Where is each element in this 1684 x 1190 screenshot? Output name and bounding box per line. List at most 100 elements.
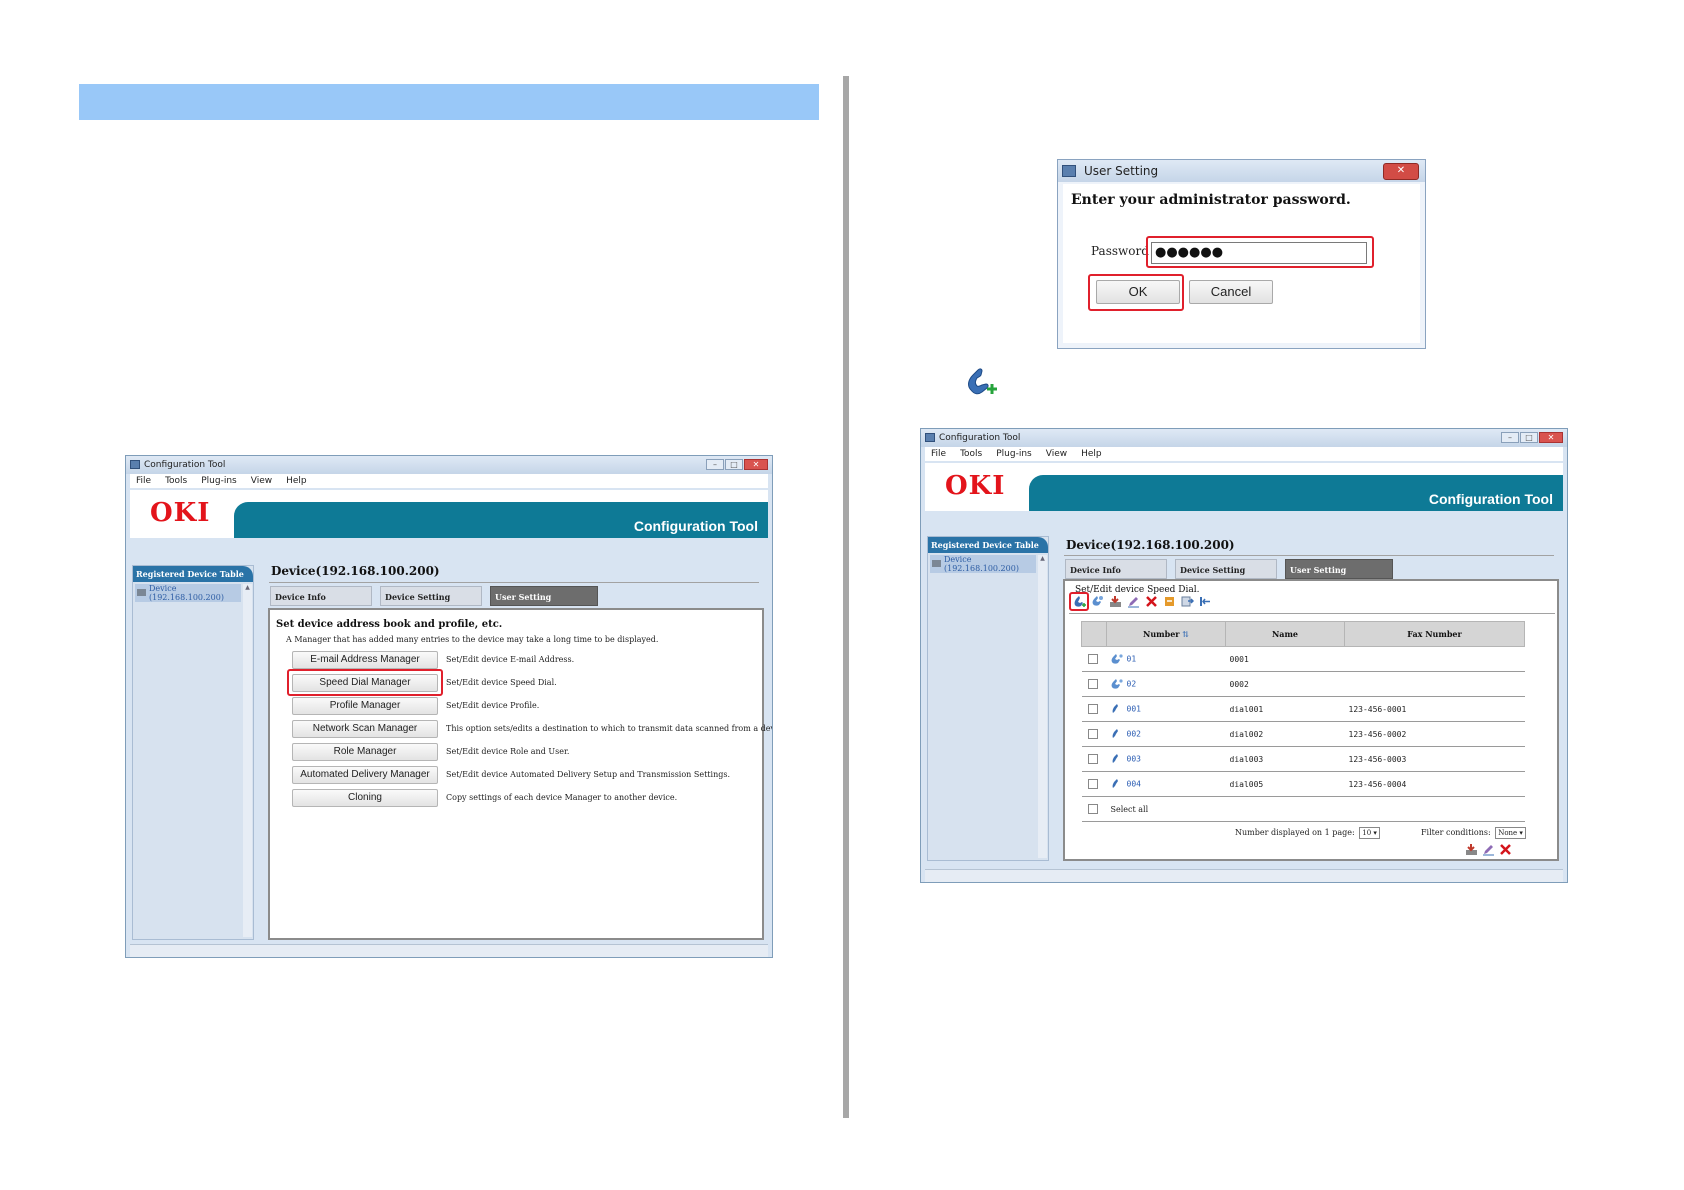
column-number-label: Number [1143,629,1180,639]
speed-dial-fax: 123-456-0001 [1344,696,1525,722]
speed-dial-fax [1344,646,1525,672]
speed-dial-number[interactable]: 003 [1127,755,1141,764]
edit-icon[interactable] [1127,595,1140,608]
table-row[interactable]: 003 dial003 123-456-0003 [1081,746,1525,772]
sidebar-scrollbar[interactable]: ▲ [243,584,252,937]
speed-dial-name: dial002 [1225,721,1345,747]
speed-dial-number[interactable]: 01 [1127,655,1137,664]
delete-icon[interactable] [1145,595,1158,608]
speed-dial-number[interactable]: 001 [1127,705,1141,714]
delete-icon[interactable] [1499,843,1512,856]
restore-icon[interactable] [1163,595,1176,608]
table-row[interactable]: 001 dial001 123-456-0001 [1081,696,1525,722]
registered-device-panel: Registered Device Table Device (192.168.… [927,536,1049,861]
row-checkbox[interactable] [1087,779,1098,789]
table-row[interactable]: 01 0001 [1081,646,1525,672]
email-address-manager-button[interactable]: E-mail Address Manager [292,651,438,669]
first-page-icon[interactable] [1199,595,1212,608]
tab-device-setting[interactable]: Device Setting [380,586,482,606]
email-address-manager-desc: Set/Edit device E-mail Address. [446,655,575,664]
footer-toolbar [1465,843,1512,856]
menu-view[interactable]: View [251,476,272,486]
table-row[interactable]: 004 dial005 123-456-0004 [1081,771,1525,797]
edit-icon[interactable] [1482,843,1495,856]
menu-file[interactable]: File [931,449,946,459]
sort-icon[interactable]: ⇅ [1182,629,1189,639]
ok-highlight [1088,274,1184,311]
column-fax-number[interactable]: Fax Number [1344,621,1525,647]
table-row[interactable]: 002 dial002 123-456-0002 [1081,721,1525,747]
minimize-button[interactable]: – [1501,432,1519,443]
menu-plugins[interactable]: Plug-ins [201,476,237,486]
registered-device-header: Registered Device Table [928,537,1048,553]
select-all-row[interactable]: Select all [1081,796,1525,822]
filter-select[interactable]: None ▾ [1495,827,1526,839]
menu-plugins[interactable]: Plug-ins [996,449,1032,459]
password-highlight [1146,236,1374,268]
device-title: Device(192.168.100.200) [1066,538,1235,552]
device-title: Device(192.168.100.200) [271,564,440,578]
tab-device-setting[interactable]: Device Setting [1175,559,1277,579]
maximize-button[interactable]: □ [725,459,743,470]
automated-delivery-manager-button[interactable]: Automated Delivery Manager [292,766,438,784]
table-header-row: Number ⇅ Name Fax Number [1081,621,1525,647]
speed-dial-fax [1344,671,1525,697]
manager-note: A Manager that has added many entries to… [286,635,659,644]
network-scan-manager-button[interactable]: Network Scan Manager [292,720,438,738]
add-group-dial-icon[interactable] [1091,595,1104,608]
window-title: Configuration Tool [939,433,1021,443]
header-checkbox-cell [1081,621,1107,647]
device-tree-item[interactable]: Device (192.168.100.200) [930,555,1036,573]
title-underline [269,582,759,583]
profile-manager-button[interactable]: Profile Manager [292,697,438,715]
import-icon[interactable] [1109,595,1122,608]
menu-tools[interactable]: Tools [960,449,982,459]
row-checkbox[interactable] [1087,654,1098,664]
row-checkbox[interactable] [1087,754,1098,764]
maximize-button[interactable]: □ [1520,432,1538,443]
tab-device-info[interactable]: Device Info [270,586,372,606]
column-number[interactable]: Number ⇅ [1106,621,1226,647]
speed-dial-number[interactable]: 02 [1127,680,1137,689]
close-button[interactable]: ✕ [1539,432,1563,443]
speed-dial-content: Set/Edit device Speed Dial. Number ⇅ Nam… [1063,579,1559,861]
speed-dial-label: Set/Edit device Speed Dial. [1075,585,1200,595]
column-name[interactable]: Name [1225,621,1345,647]
speed-dial-number[interactable]: 004 [1127,780,1141,789]
menu-tools[interactable]: Tools [165,476,187,486]
cancel-button[interactable]: Cancel [1189,280,1273,304]
table-row[interactable]: 02 0002 [1081,671,1525,697]
per-page-value: 10 [1362,829,1372,837]
speed-dial-name: dial001 [1225,696,1345,722]
row-checkbox[interactable] [1087,729,1098,739]
menu-help[interactable]: Help [286,476,307,486]
app-icon [925,433,935,442]
role-manager-button[interactable]: Role Manager [292,743,438,761]
dialog-close-button[interactable]: ✕ [1383,163,1419,180]
tab-user-setting[interactable]: User Setting [490,586,598,606]
filter-control: Filter conditions: None ▾ [1421,827,1526,839]
row-checkbox[interactable] [1087,679,1098,689]
menu-file[interactable]: File [136,476,151,486]
group-phone-icon [1111,679,1123,689]
device-tree-label: Device [944,555,972,564]
cloning-button[interactable]: Cloning [292,789,438,807]
sidebar-scrollbar[interactable]: ▲ [1038,555,1047,858]
menu-help[interactable]: Help [1081,449,1102,459]
profile-manager-desc: Set/Edit device Profile. [446,701,540,710]
tab-device-info[interactable]: Device Info [1065,559,1167,579]
select-all-checkbox[interactable] [1087,804,1098,814]
device-tree-item[interactable]: Device (192.168.100.200) [135,584,241,602]
tab-user-setting[interactable]: User Setting [1285,559,1393,579]
close-button[interactable]: ✕ [744,459,768,470]
minimize-button[interactable]: – [706,459,724,470]
select-all-label: Select all [1106,796,1525,822]
import-icon[interactable] [1465,843,1478,856]
per-page-control: Number displayed on 1 page: 10 ▾ [1235,827,1380,839]
user-setting-dialog: User Setting ✕ Enter your administrator … [1057,159,1426,349]
row-checkbox[interactable] [1087,704,1098,714]
speed-dial-number[interactable]: 002 [1127,730,1141,739]
export-icon[interactable] [1181,595,1194,608]
menu-view[interactable]: View [1046,449,1067,459]
per-page-select[interactable]: 10 ▾ [1359,827,1380,839]
